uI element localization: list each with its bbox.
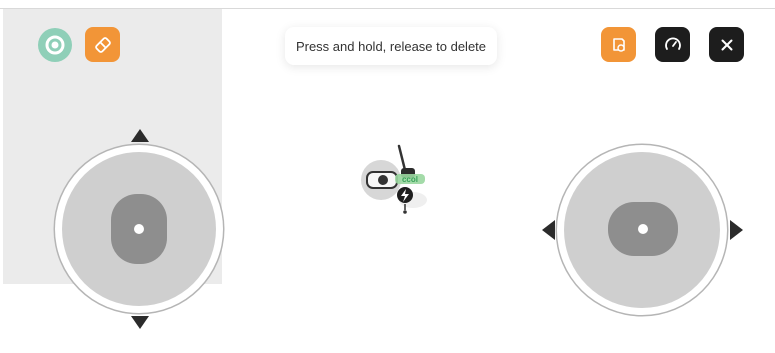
target-ring-icon xyxy=(45,35,65,55)
lawn-mower-robot-icon: ccol xyxy=(361,144,427,214)
close-icon xyxy=(721,39,732,50)
up-arrow-icon xyxy=(131,129,149,142)
map-edit-button[interactable] xyxy=(601,27,636,62)
mode-toggle-button[interactable] xyxy=(38,28,72,62)
eraser-button[interactable] xyxy=(85,27,120,62)
left-arrow-icon xyxy=(542,220,555,240)
down-arrow-icon xyxy=(131,316,149,329)
speed-button[interactable] xyxy=(655,27,690,62)
toast-message: Press and hold, release to delete xyxy=(285,27,497,65)
right-joystick[interactable] xyxy=(538,142,748,317)
left-joystick[interactable] xyxy=(50,123,230,333)
map-erase-icon xyxy=(612,37,625,52)
toast-text: Press and hold, release to delete xyxy=(295,38,487,54)
robot-position-marker: ccol xyxy=(355,140,445,220)
svg-text:ccol: ccol xyxy=(402,175,418,184)
speedometer-icon xyxy=(664,37,681,50)
close-button[interactable] xyxy=(709,27,744,62)
right-arrow-icon xyxy=(730,220,743,240)
eraser-icon xyxy=(94,36,111,53)
right-joystick-center-dot xyxy=(638,224,648,234)
left-joystick-center-dot xyxy=(134,224,144,234)
